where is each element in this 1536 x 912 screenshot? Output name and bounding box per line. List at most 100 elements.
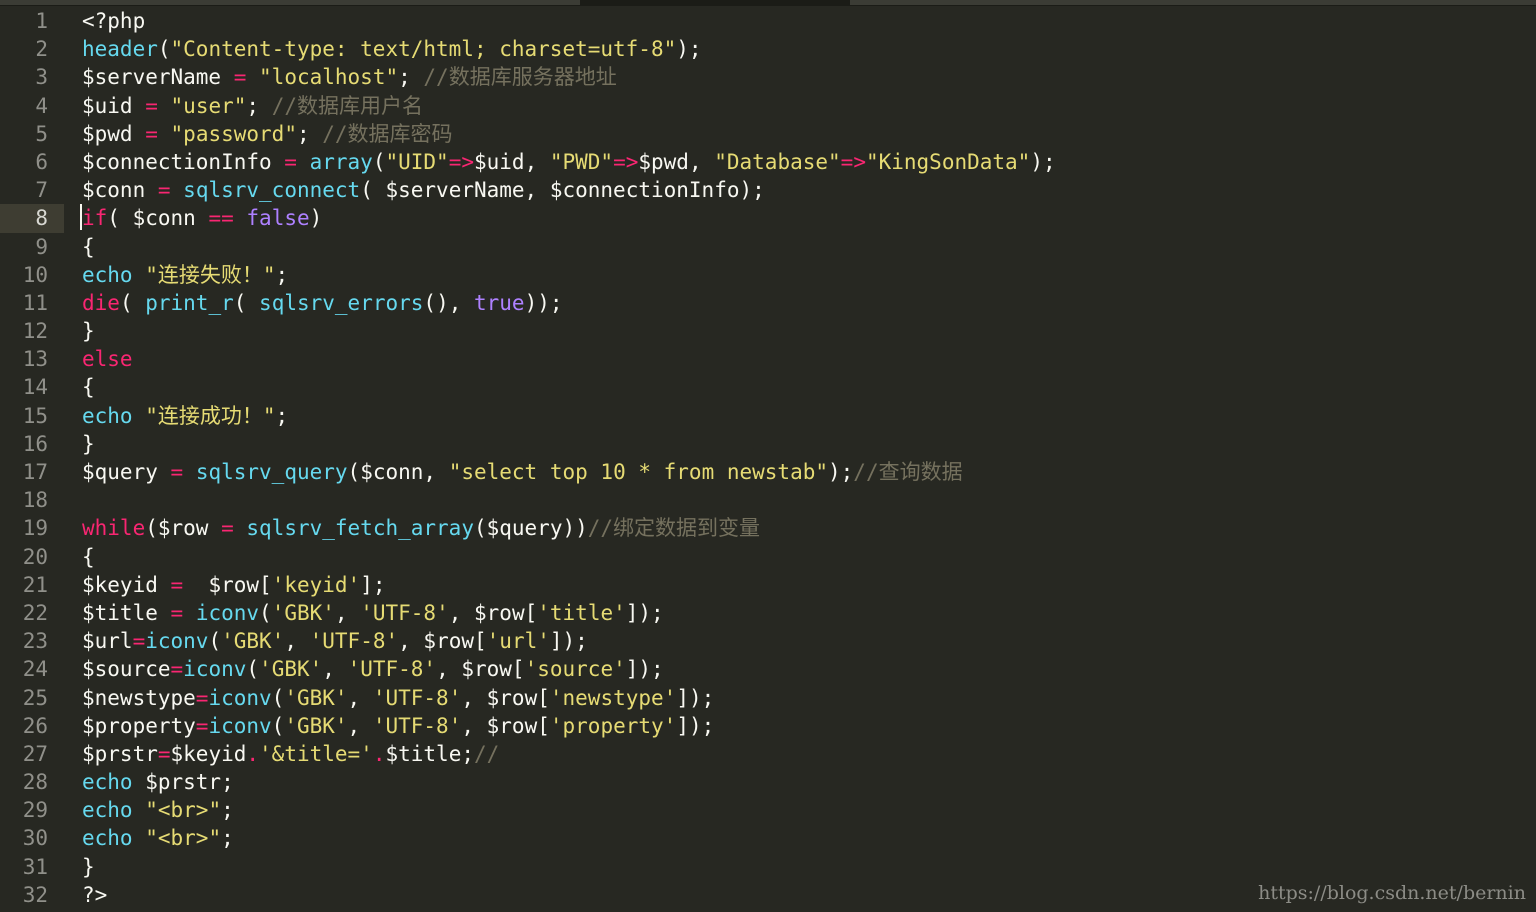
- code-token: echo: [82, 826, 133, 851]
- tab-strip-left: [0, 0, 580, 5]
- line-number: 12: [22, 319, 48, 344]
- line-number: 28: [22, 770, 48, 795]
- code-line[interactable]: $connectionInfo = array("UID"=>$uid, "PW…: [82, 148, 1536, 176]
- line-number: 5: [35, 121, 48, 146]
- code-token: $property: [82, 713, 196, 738]
- code-line[interactable]: echo "<br>";: [82, 824, 1536, 852]
- code-token: {: [82, 234, 95, 259]
- code-token: ;: [221, 826, 234, 851]
- code-token: echo: [82, 798, 133, 823]
- code-line[interactable]: $keyid = $row['keyid'];: [82, 571, 1536, 599]
- code-token: $prstr: [82, 741, 158, 766]
- line-number: 4: [35, 93, 48, 118]
- code-token: ,: [322, 657, 348, 682]
- code-token: 'UTF-8': [372, 685, 462, 710]
- code-line[interactable]: $title = iconv('GBK', 'UTF-8', $row['tit…: [82, 599, 1536, 627]
- line-number: 2: [35, 37, 48, 62]
- code-line[interactable]: $url=iconv('GBK', 'UTF-8', $row['url']);: [82, 627, 1536, 655]
- code-token: iconv: [195, 600, 260, 625]
- code-token: ;: [296, 121, 323, 146]
- code-token: ($query)): [473, 516, 588, 541]
- code-line[interactable]: $source=iconv('GBK', 'UTF-8', $row['sour…: [82, 655, 1536, 683]
- code-line[interactable]: ​: [82, 486, 1536, 514]
- code-line[interactable]: while($row = sqlsrv_fetch_array($query))…: [82, 514, 1536, 542]
- code-token: else: [82, 347, 133, 372]
- code-token: $keyid: [170, 741, 247, 766]
- code-token: 'UTF-8': [347, 657, 437, 682]
- code-line[interactable]: echo "连接失败！";: [82, 261, 1536, 289]
- code-token: "PWD": [549, 149, 614, 174]
- line-number: 26: [22, 713, 48, 738]
- code-token: ;: [275, 262, 289, 287]
- code-line[interactable]: {: [82, 373, 1536, 401]
- code-token: ]);: [549, 629, 588, 654]
- code-token: =: [145, 93, 158, 118]
- line-number: 8: [0, 204, 64, 233]
- code-token: ));: [524, 290, 563, 315]
- code-line[interactable]: $property=iconv('GBK', 'UTF-8', $row['pr…: [82, 712, 1536, 740]
- code-line[interactable]: $uid = "user"; //数据库用户名: [82, 92, 1536, 120]
- code-token: (: [157, 37, 171, 62]
- code-line[interactable]: echo $prstr;: [82, 768, 1536, 796]
- code-line[interactable]: $conn = sqlsrv_connect( $serverName, $co…: [82, 176, 1536, 204]
- line-number: 20: [22, 544, 48, 569]
- code-line[interactable]: header("Content-type: text/html; charset…: [82, 35, 1536, 63]
- code-token: $query: [82, 460, 171, 484]
- code-token: , $row[: [461, 685, 550, 710]
- code-line[interactable]: $pwd = "password"; //数据库密码: [82, 120, 1536, 148]
- code-token: =>: [613, 149, 639, 174]
- code-line[interactable]: else: [82, 345, 1536, 373]
- code-line[interactable]: $serverName = "localhost"; //数据库服务器地址: [82, 63, 1536, 91]
- code-token: die: [82, 290, 120, 315]
- line-number: 25: [22, 685, 48, 710]
- code-line[interactable]: {: [82, 233, 1536, 261]
- code-token: echo: [82, 770, 133, 795]
- code-token: (: [208, 629, 222, 654]
- code-line[interactable]: $query = sqlsrv_query($conn, "select top…: [82, 458, 1536, 486]
- code-token: //数据库密码: [322, 121, 453, 146]
- code-line[interactable]: $newstype=iconv('GBK', 'UTF-8', $row['ne…: [82, 684, 1536, 712]
- code-token: 'GBK': [221, 629, 285, 654]
- code-token: =: [284, 149, 297, 174]
- code-line[interactable]: {: [82, 543, 1536, 571]
- code-token: =: [170, 600, 184, 625]
- code-token: '&title=': [259, 741, 373, 766]
- code-editor[interactable]: 1 2 3 4 5 6 7 8 9 10 11 12 13 14 15 16 17 18 19 20 21 22 23 24 2…: [0, 0, 1536, 912]
- code-line[interactable]: echo "连接成功！";: [82, 402, 1536, 430]
- code-token: $url: [82, 629, 133, 654]
- code-line[interactable]: <?php: [82, 7, 1536, 35]
- code-token: (: [271, 685, 285, 710]
- code-token: 'keyid': [271, 572, 361, 597]
- line-number: 16: [22, 431, 48, 456]
- code-line[interactable]: }: [82, 430, 1536, 458]
- code-token: $newstype: [82, 685, 196, 710]
- code-token: $keyid: [82, 572, 171, 597]
- code-line[interactable]: die( print_r( sqlsrv_errors(), true));: [82, 289, 1536, 317]
- code-token: (),: [423, 290, 474, 315]
- code-area[interactable]: <?php header("Content-type: text/html; ch…: [82, 7, 1536, 909]
- code-token: .: [246, 741, 260, 766]
- code-token: iconv: [208, 713, 272, 738]
- code-token: ]);: [676, 685, 715, 710]
- code-token: "select top 10 * from newstab": [448, 460, 828, 484]
- code-token: ]);: [625, 600, 664, 625]
- code-token: iconv: [208, 685, 272, 710]
- code-line[interactable]: echo "<br>";: [82, 796, 1536, 824]
- code-token: (: [271, 713, 285, 738]
- code-line[interactable]: $prstr=$keyid.'&title='.$title;//: [82, 740, 1536, 768]
- code-line[interactable]: }: [82, 317, 1536, 345]
- code-token: =>: [448, 149, 474, 174]
- code-token: $pwd,: [638, 149, 715, 174]
- code-line[interactable]: }: [82, 853, 1536, 881]
- code-line[interactable]: if( $conn == false): [82, 204, 1536, 232]
- code-token: echo: [82, 262, 133, 287]
- code-token: =: [157, 178, 171, 203]
- code-token: sqlsrv_fetch_array: [246, 516, 474, 541]
- line-number: 17: [22, 460, 48, 484]
- code-token: , $row[: [461, 713, 550, 738]
- code-token: 'property': [549, 713, 677, 738]
